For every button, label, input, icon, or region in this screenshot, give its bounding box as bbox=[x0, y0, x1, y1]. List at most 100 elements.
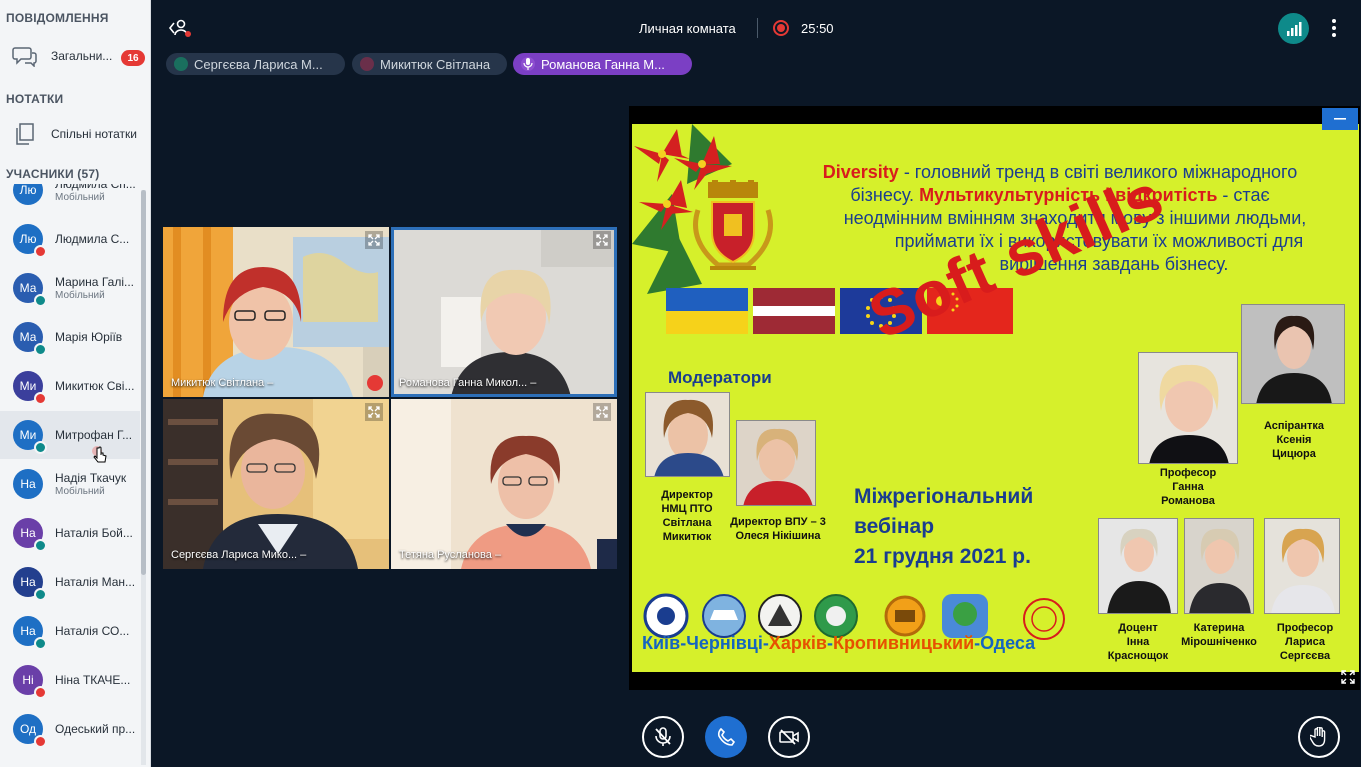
recording-indicator[interactable] bbox=[773, 20, 789, 36]
unread-badge: 16 bbox=[121, 50, 145, 66]
mic-muted-icon bbox=[367, 375, 383, 391]
city-name: Чернівці bbox=[686, 633, 763, 653]
avatar: На bbox=[13, 518, 47, 552]
mic-muted-icon bbox=[34, 392, 47, 405]
webcam-feed bbox=[391, 399, 617, 569]
slide-event-line: вебінар bbox=[854, 515, 935, 538]
connection-status-button[interactable] bbox=[1278, 13, 1309, 44]
caption-line: Катерина bbox=[1193, 622, 1245, 634]
participant-item[interactable]: Од Одеський пр... bbox=[0, 705, 140, 753]
participant-item[interactable]: Ма Марія Юріїв bbox=[0, 313, 140, 361]
mic-muted-icon bbox=[34, 686, 47, 699]
more-options-button[interactable] bbox=[1326, 14, 1342, 42]
user-back-icon bbox=[168, 19, 191, 37]
participant-info: Наталія Ман... bbox=[55, 575, 139, 589]
participant-info: Наталія СО... bbox=[55, 624, 139, 638]
participant-item[interactable]: На Наталія Ман... bbox=[0, 558, 140, 606]
mic-muted-icon bbox=[34, 735, 47, 748]
city-name: Харків bbox=[768, 633, 827, 653]
avatar-initials: Ми bbox=[19, 428, 37, 442]
room-title: Личная комната bbox=[639, 21, 736, 36]
speaker-photo bbox=[1184, 518, 1254, 614]
participants-section-title: УЧАСНИКИ (57) bbox=[6, 167, 100, 181]
shared-notes-label: Спільні нотатки bbox=[51, 127, 137, 141]
audio-join-button[interactable] bbox=[705, 716, 747, 758]
caption-line: Олеся Нікішина bbox=[735, 530, 821, 542]
participant-item[interactable]: На Наталія СО... bbox=[0, 607, 140, 655]
shared-notes-item[interactable]: Спільні нотатки bbox=[0, 116, 150, 152]
talking-indicator[interactable]: Микитюк Світлана bbox=[352, 53, 507, 75]
minimize-presentation-button[interactable] bbox=[1322, 108, 1358, 130]
avatar: Лю bbox=[13, 184, 43, 205]
participant-item[interactable]: Ма Марина Галі... Мобільний bbox=[0, 264, 140, 312]
phone-icon bbox=[717, 728, 735, 746]
webcam-feed bbox=[163, 227, 389, 397]
notes-section-title: НОТАТКИ bbox=[6, 92, 64, 106]
participant-item[interactable]: Лю Людмила С... bbox=[0, 215, 140, 263]
general-chat-item[interactable]: Загальни... 16 bbox=[0, 38, 150, 74]
general-chat-label: Загальни... bbox=[51, 49, 113, 63]
fullscreen-button[interactable] bbox=[593, 403, 611, 421]
recording-time: 25:50 bbox=[801, 21, 834, 36]
moderator-photo bbox=[736, 420, 816, 506]
talking-indicator[interactable]: Сергєєва Лариса М... bbox=[166, 53, 345, 75]
participant-info: Митрофан Г... bbox=[55, 428, 139, 442]
unmute-button[interactable] bbox=[642, 716, 684, 758]
avatar: На bbox=[13, 616, 47, 650]
participant-name: Микитюк Сві... bbox=[55, 379, 135, 393]
share-webcam-button[interactable] bbox=[768, 716, 810, 758]
raise-hand-button[interactable] bbox=[1298, 716, 1340, 758]
participant-item[interactable]: Ні Ніна ТКАЧЕ... bbox=[0, 656, 140, 704]
speaker-caption: Професор Ганна Романова bbox=[1138, 466, 1238, 508]
participant-item[interactable]: Лю Людмила Сп... Мобільний bbox=[0, 184, 140, 214]
slide-event-date: 21 грудня 2021 р. bbox=[854, 545, 1031, 568]
presentation-fullscreen-button[interactable] bbox=[1338, 668, 1358, 686]
participant-item[interactable]: На Надія Ткачук Мобільний bbox=[0, 460, 140, 508]
caption-line: Цицюра bbox=[1272, 448, 1316, 460]
participant-info: Микитюк Сві... bbox=[55, 379, 139, 393]
fullscreen-button[interactable] bbox=[365, 403, 383, 421]
headphones-icon bbox=[34, 539, 47, 552]
slide-event-title: Міжрегіональний вебінар 21 грудня 2021 р… bbox=[854, 482, 1033, 572]
participant-info: Наталія Бой... bbox=[55, 526, 139, 540]
video-tile[interactable]: Микитюк Світлана – bbox=[163, 227, 389, 397]
presentation-slide: Diversity - головний тренд в світі велик… bbox=[632, 124, 1359, 672]
participant-item[interactable]: Ми Микитюк Сві... bbox=[0, 362, 140, 410]
talking-indicator[interactable]: Романова Ганна М... bbox=[513, 53, 692, 75]
speaker-photo bbox=[1264, 518, 1340, 614]
participant-name: Наталія СО... bbox=[55, 624, 130, 638]
video-tile-active-speaker[interactable]: Романова Ганна Микол... – bbox=[391, 227, 617, 397]
avatar-initials: На bbox=[20, 624, 36, 638]
avatar: Ми bbox=[13, 420, 47, 454]
participant-name: Наталія Бой... bbox=[55, 526, 133, 540]
slide-intro-text: - стає bbox=[1217, 185, 1270, 205]
slide-moderators-title: Модератори bbox=[668, 368, 772, 387]
speaker-caption: Професор Лариса Сергєєва bbox=[1259, 621, 1351, 663]
participant-item[interactable]: Ми Митрофан Г... bbox=[0, 411, 140, 459]
caption-line: Краснощок bbox=[1107, 650, 1169, 662]
participants-scrollbar-thumb[interactable] bbox=[141, 190, 146, 575]
participant-info: Надія Ткачук Мобільний bbox=[55, 471, 139, 497]
headphones-icon bbox=[34, 637, 47, 650]
fullscreen-button[interactable] bbox=[365, 231, 383, 249]
expand-icon bbox=[368, 234, 380, 246]
toggle-users-button[interactable] bbox=[165, 14, 195, 42]
avatar-initials: На bbox=[20, 575, 36, 589]
participant-item[interactable]: На Наталія Бой... bbox=[0, 509, 140, 557]
participant-role: Мобільний bbox=[55, 192, 105, 203]
caption-line: Директор bbox=[661, 489, 713, 501]
caption-line: Ганна bbox=[1172, 481, 1204, 493]
video-tile[interactable]: Сергєєва Лариса Мико... – bbox=[163, 399, 389, 569]
slide-event-line: Міжрегіональний bbox=[854, 485, 1034, 508]
slide-intro-text: бізнесу. bbox=[850, 185, 920, 205]
fullscreen-button[interactable] bbox=[593, 231, 611, 249]
caption-line: НМЦ ПТО bbox=[661, 503, 713, 515]
avatar: Ма bbox=[13, 322, 47, 356]
participant-role: Мобільний bbox=[55, 486, 105, 497]
divider bbox=[757, 18, 758, 38]
video-tile[interactable]: Тетяна Русланова – bbox=[391, 399, 617, 569]
talker-name: Микитюк Світлана bbox=[380, 56, 491, 72]
participant-name: Одеський пр... bbox=[55, 722, 136, 736]
caption-line: Романова bbox=[1161, 495, 1215, 507]
mic-off-icon bbox=[655, 727, 671, 746]
